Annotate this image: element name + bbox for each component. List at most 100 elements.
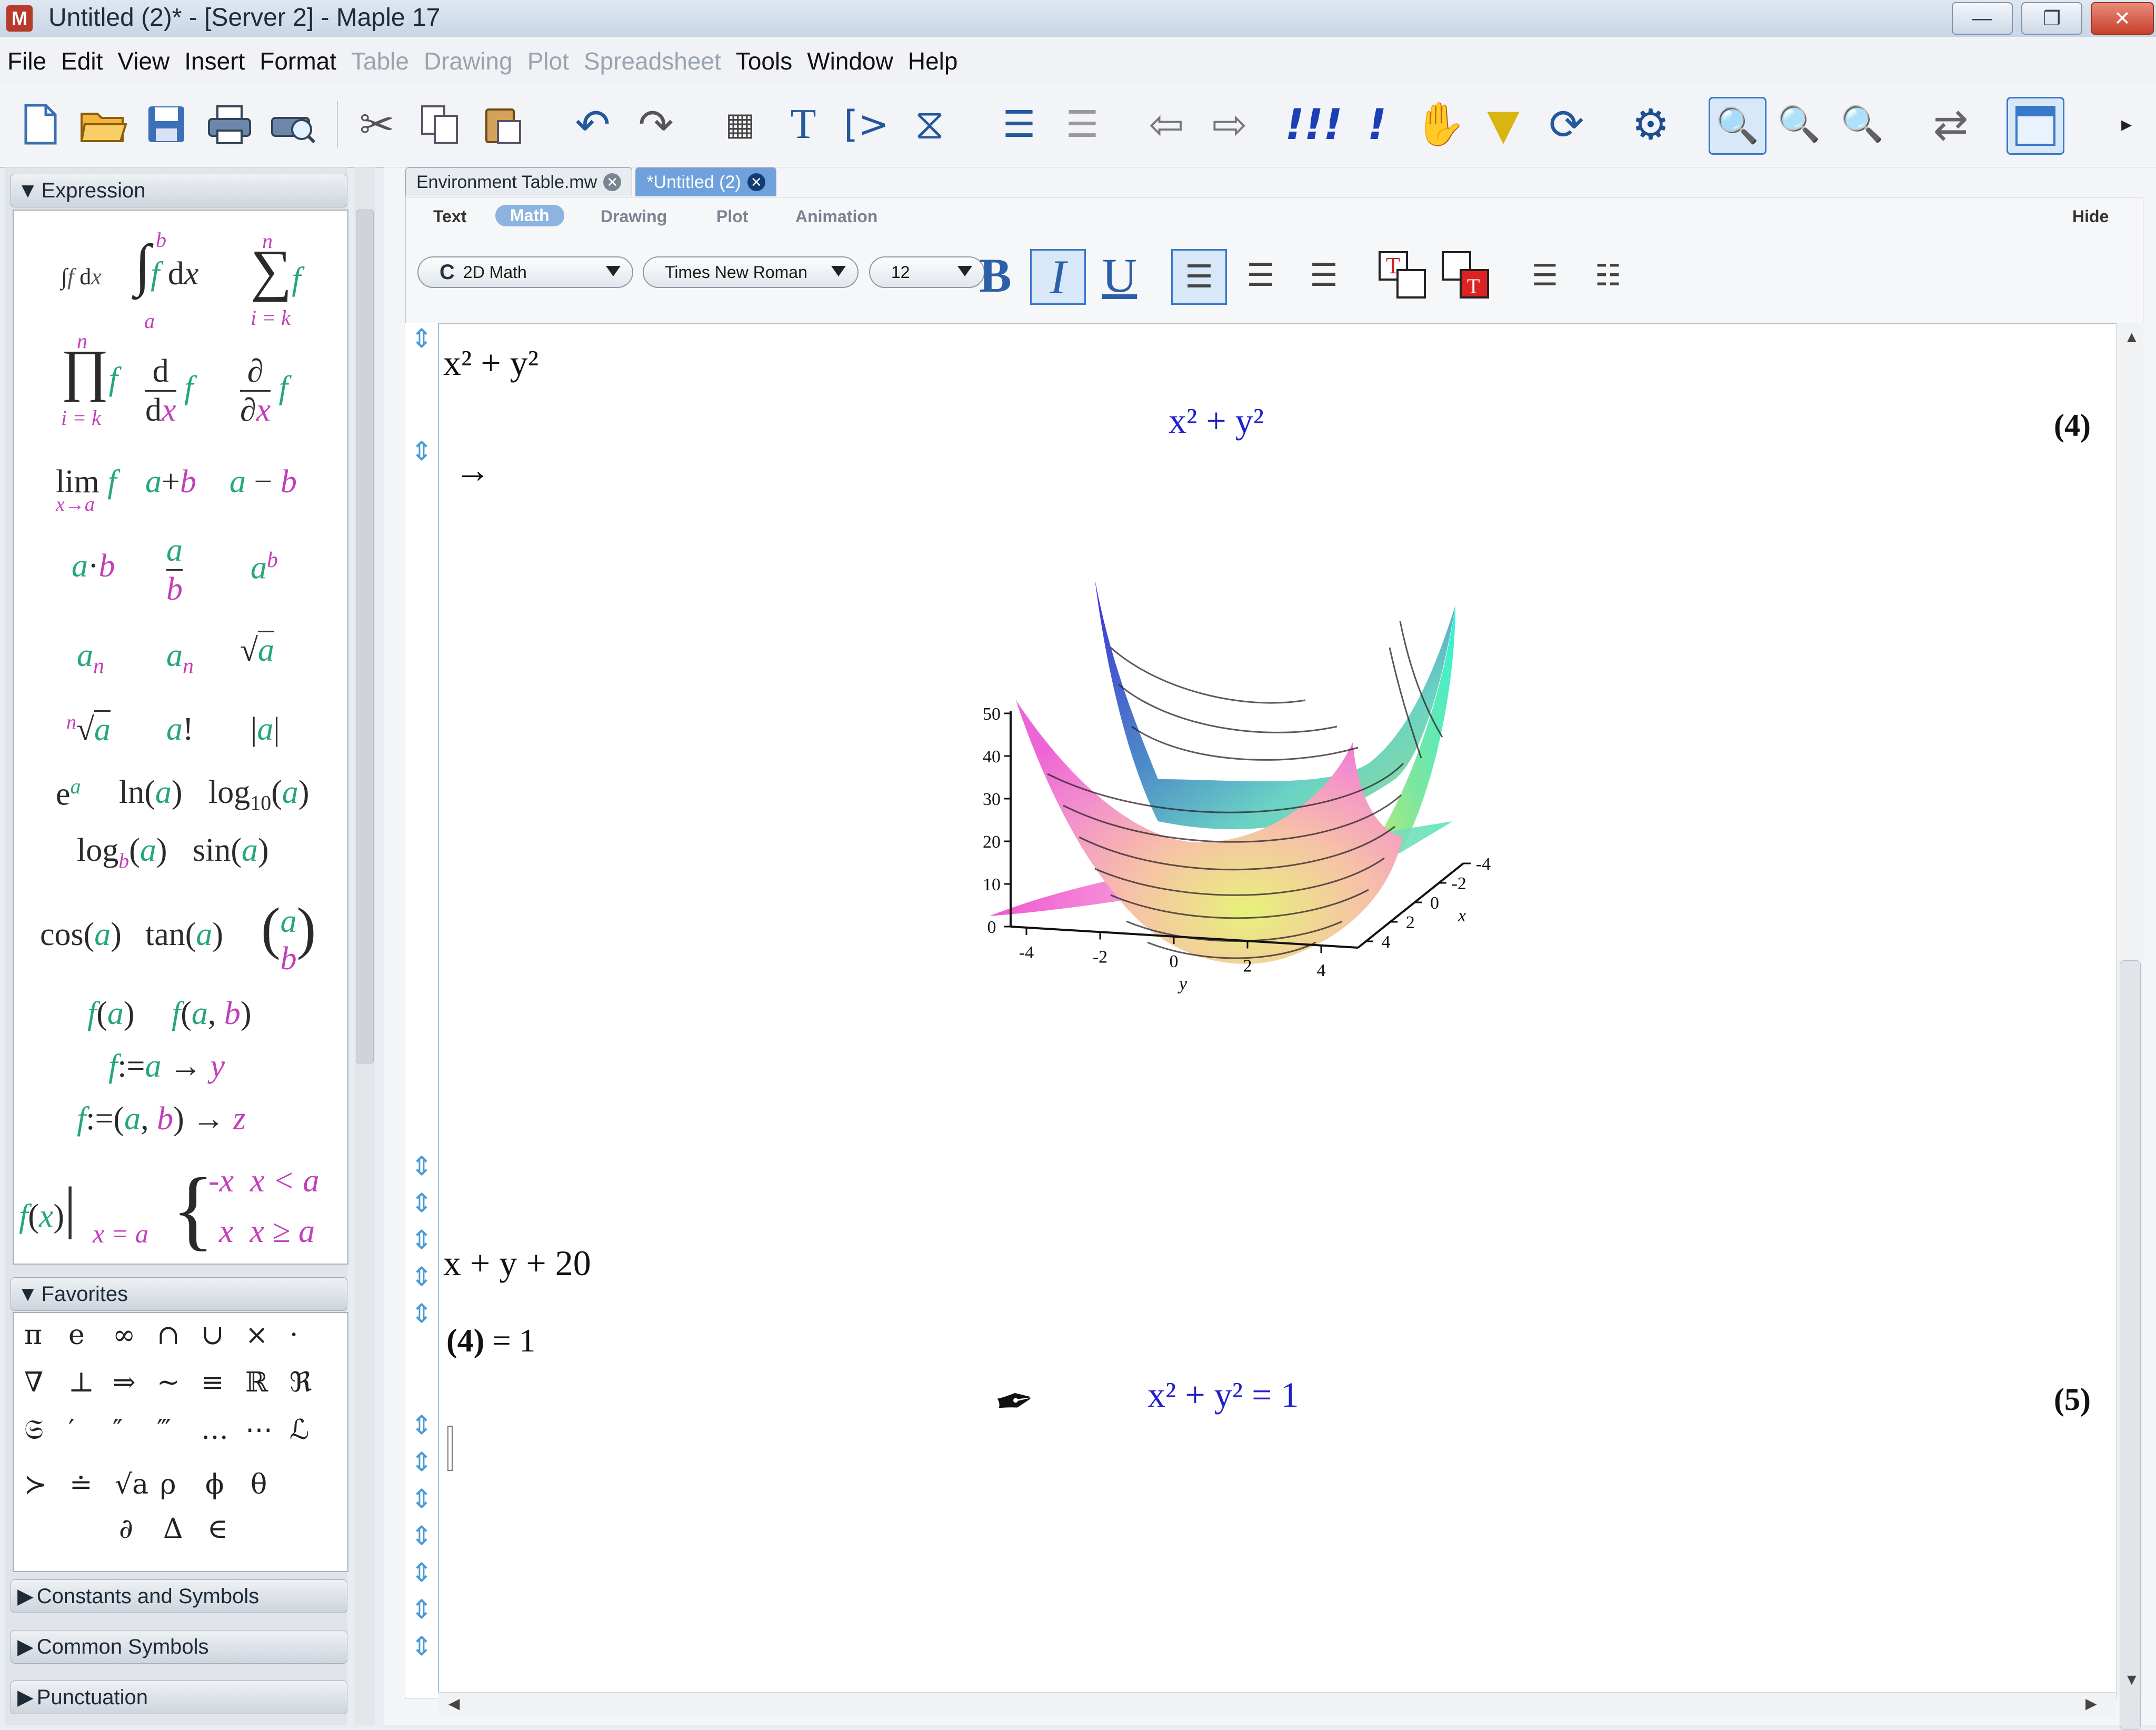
align-left-icon[interactable]: ☰: [1171, 249, 1227, 305]
favorite-symbol[interactable]: ⊥: [68, 1367, 94, 1398]
input-expression-2[interactable]: x + y + 20: [443, 1242, 591, 1284]
common-symbols-palette-header[interactable]: ▶ Common Symbols: [11, 1630, 347, 1664]
menu-format[interactable]: Format: [259, 47, 336, 75]
ctx-tab-drawing[interactable]: Drawing: [601, 207, 667, 226]
tab-environment-table[interactable]: Environment Table.mw ✕: [405, 167, 633, 196]
indent-icon[interactable]: ☰: [992, 97, 1046, 152]
menu-spreadsheet[interactable]: Spreadsheet: [584, 47, 721, 75]
constants-symbols-palette-header[interactable]: ▶ Constants and Symbols: [11, 1579, 347, 1613]
execute-icon[interactable]: !: [1350, 97, 1404, 152]
print-preview-icon[interactable]: [265, 97, 320, 152]
menu-drawing[interactable]: Drawing: [424, 47, 513, 75]
favorite-symbol[interactable]: ℝ: [245, 1367, 268, 1398]
favorite-symbol[interactable]: ≻: [24, 1469, 47, 1500]
italic-button[interactable]: I: [1030, 249, 1086, 305]
favorite-symbol[interactable]: ∂: [119, 1513, 133, 1545]
favorite-symbol[interactable]: 𝔖: [24, 1414, 44, 1446]
menu-edit[interactable]: Edit: [61, 47, 103, 75]
favorite-symbol[interactable]: ∈: [207, 1513, 228, 1545]
hide-context-bar-button[interactable]: Hide: [2072, 207, 2109, 226]
scroll-left-icon[interactable]: ◀: [448, 1695, 460, 1712]
execute-section-icon[interactable]: ⧖: [902, 97, 957, 152]
favorite-symbol[interactable]: π: [24, 1319, 42, 1351]
zoom-150-icon[interactable]: 🔍: [1772, 97, 1826, 152]
group-marker-icon[interactable]: ⇕: [407, 1225, 436, 1255]
menu-table[interactable]: Table: [351, 47, 409, 75]
favorite-symbol[interactable]: ⋯: [245, 1414, 273, 1446]
favorite-symbol[interactable]: ∞: [113, 1319, 135, 1351]
new-document-icon[interactable]: [13, 97, 67, 152]
favorite-symbol[interactable]: √a: [115, 1469, 148, 1500]
group-marker-icon[interactable]: ⇕: [407, 436, 436, 466]
palette-definite-integral[interactable]: ∫f dx b a: [135, 228, 198, 333]
group-marker-icon[interactable]: ⇕: [407, 1631, 436, 1662]
favorite-symbol[interactable]: ′: [68, 1414, 75, 1446]
menu-plot[interactable]: Plot: [527, 47, 569, 75]
palette-summation[interactable]: ∑f n i = k: [251, 229, 301, 330]
text-color-icon[interactable]: T: [1376, 249, 1429, 302]
favorite-symbol[interactable]: …: [201, 1414, 228, 1446]
underline-button[interactable]: U: [1093, 248, 1146, 302]
execute-all-icon[interactable]: !!!: [1285, 97, 1342, 152]
zoom-200-icon[interactable]: 🔍: [1835, 97, 1890, 152]
toolbar-overflow-icon[interactable]: ▸: [2105, 97, 2148, 152]
debug-icon[interactable]: ▼: [1476, 97, 1531, 152]
open-folder-icon[interactable]: [76, 97, 131, 152]
favorite-symbol[interactable]: ⇒: [113, 1367, 136, 1398]
palette-derivative[interactable]: d dx f: [145, 353, 193, 429]
palette-scroll-thumb[interactable]: [356, 210, 374, 1063]
ctx-tab-text[interactable]: Text: [433, 207, 466, 226]
group-marker-icon[interactable]: ⇕: [407, 1594, 436, 1625]
palette-sin[interactable]: sin(a): [193, 832, 269, 869]
redo-icon[interactable]: ↷: [628, 97, 683, 152]
palette-limit[interactable]: lim f x→a: [56, 463, 116, 515]
menu-view[interactable]: View: [117, 47, 169, 75]
favorite-symbol[interactable]: ″: [113, 1414, 123, 1446]
palette-absolute-value[interactable]: |a|: [251, 711, 280, 748]
bold-button[interactable]: B: [969, 248, 1022, 302]
palette-log10[interactable]: log10(a): [208, 774, 310, 815]
close-tab-icon[interactable]: ✕: [603, 173, 622, 191]
favorite-symbol[interactable]: ρ: [160, 1469, 176, 1500]
palette-evaluation-at[interactable]: f(x)| x = a: [19, 1174, 148, 1248]
group-marker-icon[interactable]: ⇕: [407, 1410, 436, 1440]
forward-icon[interactable]: ⇨: [1202, 97, 1257, 152]
group-marker-icon[interactable]: ⇕: [407, 1188, 436, 1218]
ctx-tab-plot[interactable]: Plot: [716, 207, 748, 226]
palette-log-base[interactable]: logb(a): [77, 832, 167, 873]
options-icon[interactable]: ⚙: [1623, 97, 1678, 152]
font-size-dropdown[interactable]: 12: [869, 256, 985, 288]
favorite-symbol[interactable]: ≐: [69, 1469, 93, 1500]
palette-subtraction[interactable]: a − b: [229, 463, 297, 501]
ctx-tab-math[interactable]: Math: [495, 205, 564, 226]
palette-addition[interactable]: a+b: [145, 463, 196, 501]
menu-tools[interactable]: Tools: [736, 47, 792, 75]
favorite-symbol[interactable]: e: [68, 1319, 85, 1351]
close-button[interactable]: ✕: [2091, 2, 2154, 35]
scroll-up-icon[interactable]: ▲: [2124, 329, 2140, 346]
worksheet-scroll-thumb[interactable]: [2120, 960, 2141, 1730]
palette-nth-root[interactable]: n√a: [66, 710, 111, 749]
ctx-tab-animation[interactable]: Animation: [795, 207, 877, 226]
undo-icon[interactable]: ↶: [565, 97, 620, 152]
favorite-symbol[interactable]: ≡: [201, 1367, 224, 1398]
back-icon[interactable]: ⇦: [1139, 97, 1194, 152]
group-marker-icon[interactable]: ⇕: [407, 1151, 436, 1181]
math-prompt-icon[interactable]: [>: [839, 97, 894, 152]
save-icon[interactable]: [139, 97, 194, 152]
worksheet-vertical-scrollbar[interactable]: ▲ ▼: [2116, 323, 2143, 1730]
restore-button[interactable]: ❐: [2021, 2, 2082, 35]
numbered-list-icon[interactable]: ☷: [1582, 249, 1634, 302]
favorite-symbol[interactable]: θ: [251, 1469, 267, 1500]
group-marker-icon[interactable]: ⇕: [407, 1484, 436, 1514]
palette-product[interactable]: ∏f n i = k: [61, 329, 118, 430]
plot-3d[interactable]: 01020304050-4 -2 0 2 4-4-2024 y x: [937, 558, 1516, 1164]
palette-partial-derivative[interactable]: ∂ ∂x f: [240, 353, 288, 429]
palette-ln[interactable]: ln(a): [119, 774, 183, 811]
palette-subscript[interactable]: an: [77, 637, 104, 679]
menu-file[interactable]: File: [7, 47, 46, 75]
palette-cos[interactable]: cos(a): [40, 916, 122, 953]
swap-icon[interactable]: ⇄: [1923, 97, 1978, 152]
palette-exponential[interactable]: ea: [56, 774, 81, 813]
input-expression-3[interactable]: (4) = 1: [446, 1323, 535, 1360]
